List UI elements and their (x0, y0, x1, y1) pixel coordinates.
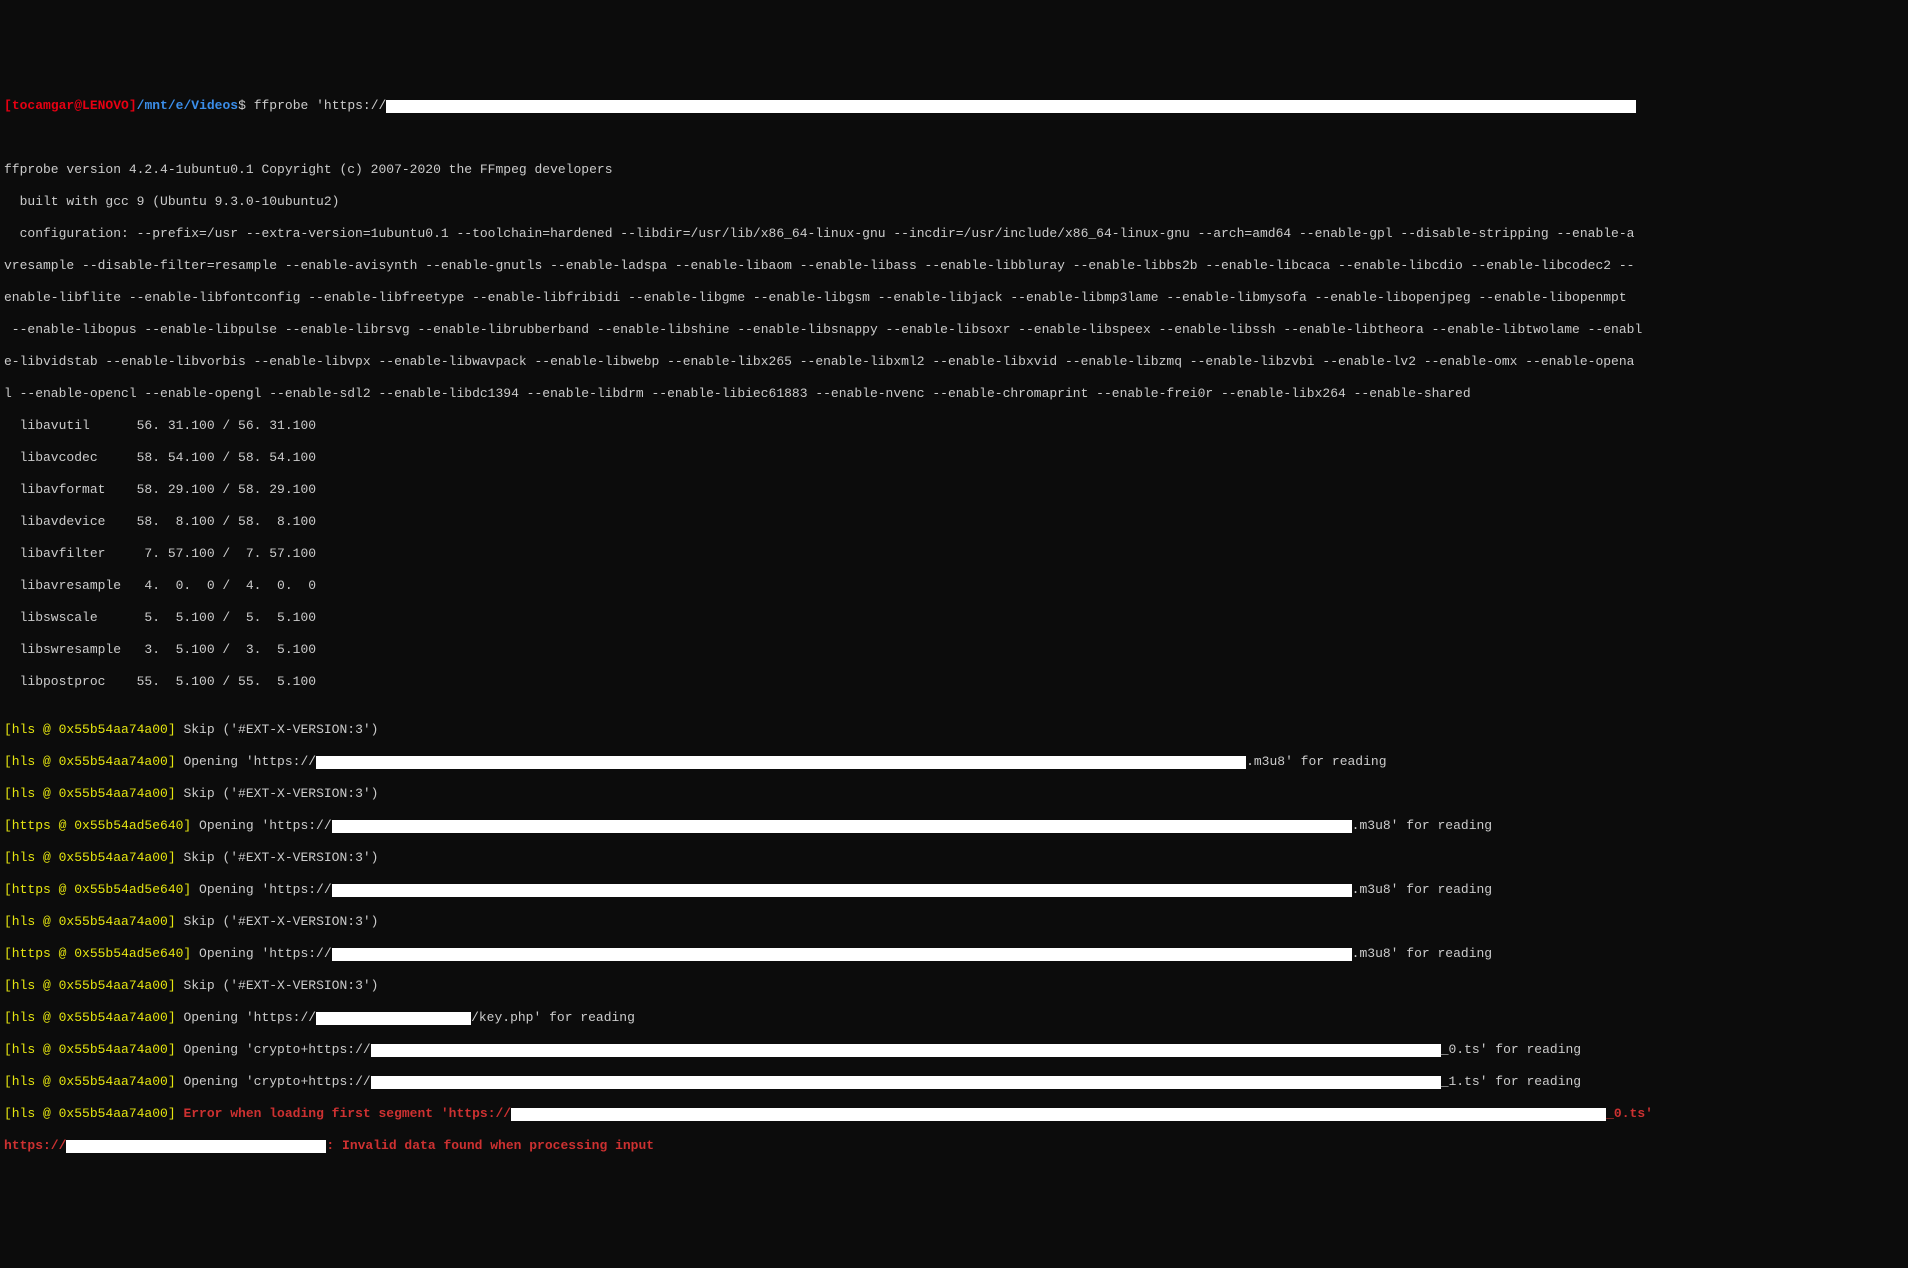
hls-line: [hls @ 0x55b54aa74a00] Skip ('#EXT-X-VER… (4, 850, 1904, 866)
key-suffix: /key.php' for reading (471, 1010, 635, 1025)
hls-tag: [hls @ 0x55b54aa74a00] (4, 786, 176, 801)
https-error-line: https:// : Invalid data found when proces… (4, 1138, 1904, 1154)
prompt-user-host: tocamgar@LENOVO (12, 98, 129, 113)
config-line: vresample --disable-filter=resample --en… (4, 258, 1904, 274)
hls-tag: [hls @ 0x55b54aa74a00] (4, 850, 176, 865)
prompt-path: /mnt/e/Videos (137, 98, 238, 113)
redacted-url (371, 1076, 1441, 1089)
config-line: enable-libflite --enable-libfontconfig -… (4, 290, 1904, 306)
hls-tag: [hls @ 0x55b54aa74a00] (4, 914, 176, 929)
lib-line: libavformat 58. 29.100 / 58. 29.100 (4, 482, 1904, 498)
hls-line: [hls @ 0x55b54aa74a00] Opening 'crypto+h… (4, 1042, 1904, 1058)
hls-msg: Opening 'crypto+https:// (176, 1042, 371, 1057)
hls-suffix: .m3u8' for reading (1246, 754, 1386, 769)
https-line: [https @ 0x55b54ad5e640] Opening 'https:… (4, 946, 1904, 962)
built-line: built with gcc 9 (Ubuntu 9.3.0-10ubuntu2… (4, 194, 1904, 210)
redacted-url (316, 1012, 471, 1025)
redacted-url (386, 100, 1636, 113)
command-text (246, 98, 254, 113)
https-tag: [https @ 0x55b54ad5e640] (4, 818, 191, 833)
lib-line: libavfilter 7. 57.100 / 7. 57.100 (4, 546, 1904, 562)
error-msg: Error when loading first segment 'https:… (176, 1106, 511, 1121)
hls-msg: Skip ('#EXT-X-VERSION:3') (176, 786, 379, 801)
error-final: : Invalid data found when processing inp… (326, 1138, 654, 1153)
config-line: e-libvidstab --enable-libvorbis --enable… (4, 354, 1904, 370)
ts-suffix: _1.ts' for reading (1441, 1074, 1581, 1089)
hls-tag: [hls @ 0x55b54aa74a00] (4, 1042, 176, 1057)
blank-line (4, 130, 1904, 146)
https-line: [https @ 0x55b54ad5e640] Opening 'https:… (4, 818, 1904, 834)
lib-line: libavresample 4. 0. 0 / 4. 0. 0 (4, 578, 1904, 594)
prompt-bracket-open: [ (4, 98, 12, 113)
redacted-url (332, 820, 1352, 833)
https-line: [https @ 0x55b54ad5e640] Opening 'https:… (4, 882, 1904, 898)
https-tag: [https @ 0x55b54ad5e640] (4, 946, 191, 961)
hls-msg: Opening 'https:// (176, 1010, 316, 1025)
version-line: ffprobe version 4.2.4-1ubuntu0.1 Copyrig… (4, 162, 1904, 178)
error-url-prefix: https:// (4, 1138, 66, 1153)
hls-msg: Opening 'crypto+https:// (176, 1074, 371, 1089)
config-line: --enable-libopus --enable-libpulse --ena… (4, 322, 1904, 338)
https-suffix: .m3u8' for reading (1352, 946, 1492, 961)
hls-msg: Skip ('#EXT-X-VERSION:3') (176, 978, 379, 993)
lib-line: libavcodec 58. 54.100 / 58. 54.100 (4, 450, 1904, 466)
https-tag: [https @ 0x55b54ad5e640] (4, 882, 191, 897)
hls-line: [hls @ 0x55b54aa74a00] Skip ('#EXT-X-VER… (4, 786, 1904, 802)
hls-line: [hls @ 0x55b54aa74a00] Skip ('#EXT-X-VER… (4, 978, 1904, 994)
hls-line: [hls @ 0x55b54aa74a00] Skip ('#EXT-X-VER… (4, 914, 1904, 930)
config-line: configuration: --prefix=/usr --extra-ver… (4, 226, 1904, 242)
terminal-output[interactable]: [tocamgar@LENOVO]/mnt/e/Videos$ ffprobe … (0, 64, 1908, 1188)
hls-line: [hls @ 0x55b54aa74a00] Skip ('#EXT-X-VER… (4, 722, 1904, 738)
redacted-url (511, 1108, 1606, 1121)
hls-error-line: [hls @ 0x55b54aa74a00] Error when loadin… (4, 1106, 1904, 1122)
hls-tag: [hls @ 0x55b54aa74a00] (4, 1010, 176, 1025)
prompt-dollar: $ (238, 98, 246, 113)
command: ffprobe 'https:// (254, 98, 387, 113)
redacted-url (332, 948, 1352, 961)
prompt-line: [tocamgar@LENOVO]/mnt/e/Videos$ ffprobe … (4, 98, 1904, 114)
lib-line: libavdevice 58. 8.100 / 58. 8.100 (4, 514, 1904, 530)
https-msg: Opening 'https:// (191, 818, 331, 833)
lib-line: libswscale 5. 5.100 / 5. 5.100 (4, 610, 1904, 626)
redacted-url (66, 1140, 326, 1153)
prompt-bracket-close: ] (129, 98, 137, 113)
hls-tag: [hls @ 0x55b54aa74a00] (4, 1106, 176, 1121)
hls-line: [hls @ 0x55b54aa74a00] Opening 'https://… (4, 1010, 1904, 1026)
hls-tag: [hls @ 0x55b54aa74a00] (4, 1074, 176, 1089)
https-msg: Opening 'https:// (191, 946, 331, 961)
hls-line: [hls @ 0x55b54aa74a00] Opening 'https://… (4, 754, 1904, 770)
https-suffix: .m3u8' for reading (1352, 818, 1492, 833)
hls-msg: Skip ('#EXT-X-VERSION:3') (176, 914, 379, 929)
ts-suffix: _0.ts' for reading (1441, 1042, 1581, 1057)
redacted-url (316, 756, 1246, 769)
https-msg: Opening 'https:// (191, 882, 331, 897)
hls-msg: Skip ('#EXT-X-VERSION:3') (176, 850, 379, 865)
hls-msg: Opening 'https:// (176, 754, 316, 769)
redacted-url (371, 1044, 1441, 1057)
hls-tag: [hls @ 0x55b54aa74a00] (4, 978, 176, 993)
hls-msg: Skip ('#EXT-X-VERSION:3') (176, 722, 379, 737)
hls-line: [hls @ 0x55b54aa74a00] Opening 'crypto+h… (4, 1074, 1904, 1090)
error-suffix: _0.ts' (1606, 1106, 1653, 1121)
lib-line: libpostproc 55. 5.100 / 55. 5.100 (4, 674, 1904, 690)
https-suffix: .m3u8' for reading (1352, 882, 1492, 897)
hls-tag: [hls @ 0x55b54aa74a00] (4, 722, 176, 737)
config-line: l --enable-opencl --enable-opengl --enab… (4, 386, 1904, 402)
redacted-url (332, 884, 1352, 897)
hls-tag: [hls @ 0x55b54aa74a00] (4, 754, 176, 769)
lib-line: libavutil 56. 31.100 / 56. 31.100 (4, 418, 1904, 434)
lib-line: libswresample 3. 5.100 / 3. 5.100 (4, 642, 1904, 658)
